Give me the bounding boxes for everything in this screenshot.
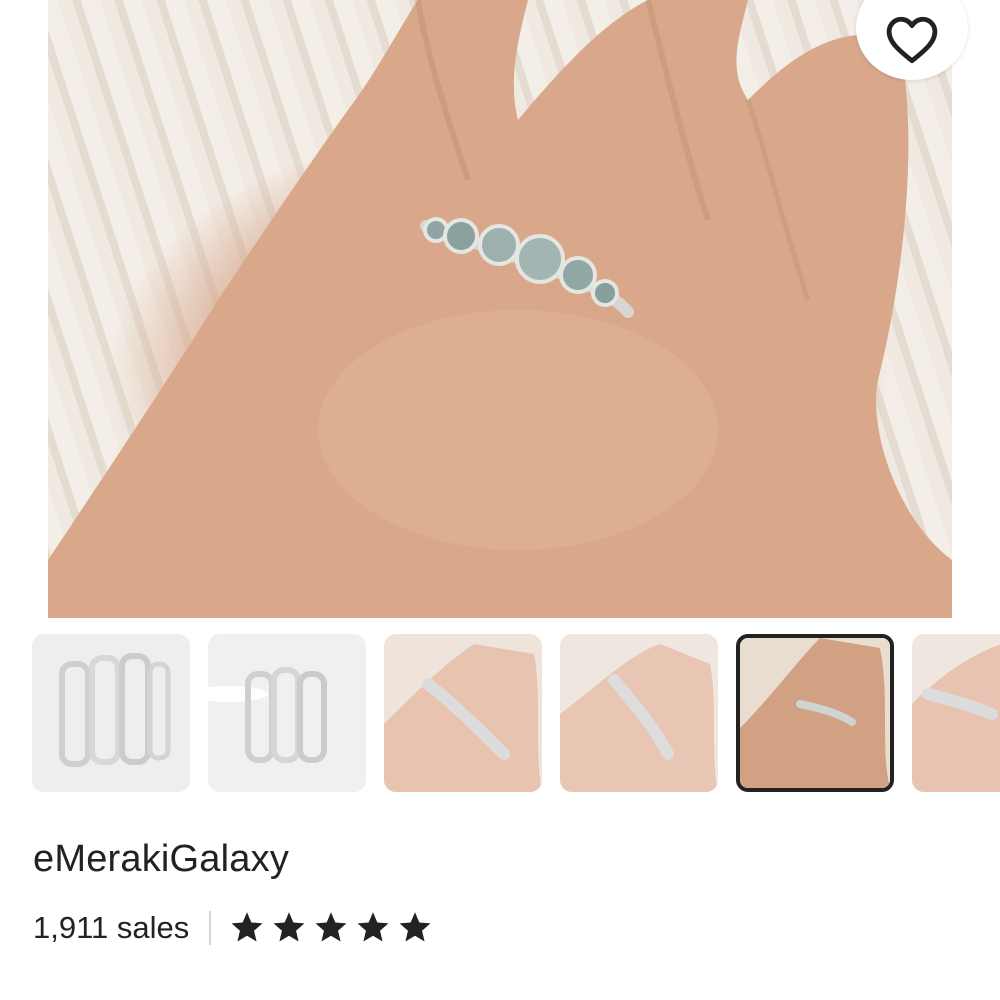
heart-outline-icon <box>886 16 938 64</box>
ring-on-hand-photo <box>48 0 952 618</box>
hand-two-rings-photo <box>384 634 542 792</box>
hand-rings-photo-partial <box>912 634 1000 792</box>
shop-meta-row: 1,911 sales <box>33 904 433 952</box>
ring-on-finger-photo <box>740 638 890 788</box>
thumbnail-3[interactable] <box>384 634 542 792</box>
star-icon <box>315 912 347 942</box>
star-icon <box>231 912 263 942</box>
shop-name-link[interactable]: eMerakiGalaxy <box>33 838 289 881</box>
star-icon <box>273 912 305 942</box>
star-icon <box>399 912 431 942</box>
thumbnail-6[interactable] <box>912 634 1000 792</box>
star-rating[interactable] <box>229 910 433 946</box>
thumbnail-4[interactable] <box>560 634 718 792</box>
thumbnail-strip[interactable] <box>32 632 1000 794</box>
divider <box>209 911 212 945</box>
thumbnail-1[interactable] <box>32 634 190 792</box>
ring-stack-photo <box>208 634 366 792</box>
thumbnail-2[interactable] <box>208 634 366 792</box>
hand-two-rings-photo-2 <box>560 634 718 792</box>
sales-count: 1,911 sales <box>33 910 190 945</box>
stacked-rings-photo <box>32 634 190 792</box>
star-icon <box>357 912 389 942</box>
thumbnail-5-selected[interactable] <box>736 634 894 792</box>
main-product-image[interactable] <box>48 0 952 618</box>
